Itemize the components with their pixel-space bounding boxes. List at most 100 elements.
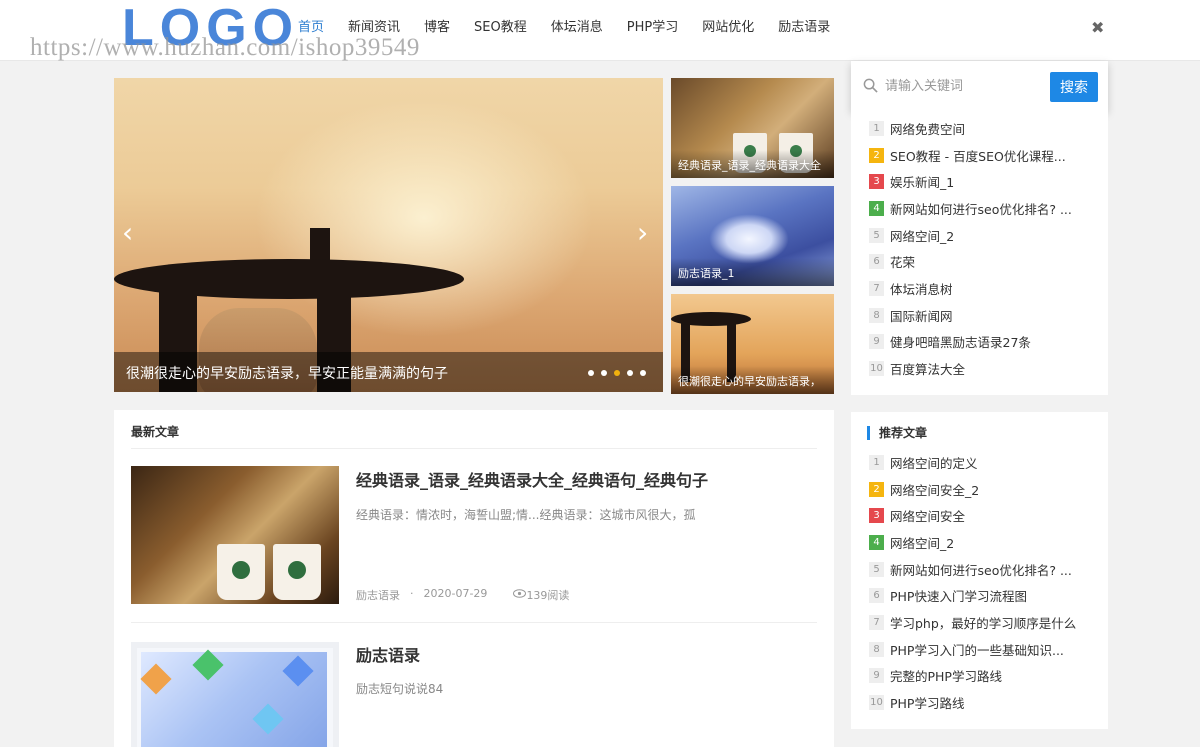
watermark-text: https://www.huzhan.com/ishop39549 xyxy=(30,34,420,61)
article-title[interactable]: 经典语录_语录_经典语录大全_经典语句_经典句子 xyxy=(356,467,708,491)
slider-dot-active[interactable] xyxy=(614,370,620,376)
list-item[interactable]: 10 PHP学习路线 xyxy=(869,689,1090,716)
close-icon[interactable]: ✖ xyxy=(1091,18,1104,38)
thumb-caption: 很潮很走心的早安励志语录， xyxy=(678,375,821,388)
recommended-list: 1 网络空间的定义 2 网络空间安全_2 3 网络空间安全 4 网络空间_2 5 新网站如… xyxy=(869,449,1090,716)
list-item[interactable]: 6 PHP快速入门学习流程图 xyxy=(869,582,1090,609)
meta-separator: · xyxy=(410,587,414,600)
slider-caption[interactable]: 很潮很走心的早安励志语录，早安正能量满满的句子 xyxy=(126,363,448,383)
slider-image xyxy=(254,98,594,338)
rank-number: 8 xyxy=(869,641,884,657)
list-item-text[interactable]: SEO教程 - 百度SEO优化课程... xyxy=(890,146,1090,165)
list-item-text[interactable]: 花荣 xyxy=(890,252,1090,271)
list-item[interactable]: 4 新网站如何进行seo优化排名? ... xyxy=(869,195,1090,222)
feature-thumb[interactable]: 励志语录_1 xyxy=(671,186,834,286)
list-item-text[interactable]: PHP快速入门学习流程图 xyxy=(890,586,1090,605)
list-item[interactable]: 6 花荣 xyxy=(869,248,1090,275)
search-button[interactable]: 搜索 xyxy=(1050,72,1098,102)
recommended-panel: 推荐文章 1 网络空间的定义 2 网络空间安全_2 3 网络空间安全 4 网络空间_2 … xyxy=(851,412,1108,729)
list-item[interactable]: 2 网络空间安全_2 xyxy=(869,476,1090,503)
list-item[interactable]: 5 新网站如何进行seo优化排名? ... xyxy=(869,556,1090,583)
feature-thumb[interactable]: 很潮很走心的早安励志语录， xyxy=(671,294,834,394)
section-title: 最新文章 xyxy=(131,425,180,439)
list-item[interactable]: 1 网络空间的定义 xyxy=(869,449,1090,476)
list-item-text[interactable]: 体坛消息树 xyxy=(890,279,1090,298)
article-thumbnail[interactable] xyxy=(131,466,339,604)
divider xyxy=(131,448,817,449)
latest-articles: 最新文章 经典语录_语录_经典语录大全_经典语句_经典句子 经典语录：情浓时，海… xyxy=(114,410,834,747)
article-summary: 经典语录：情浓时，海誓山盟;情...经典语录：这城市风很大，孤 xyxy=(356,508,696,522)
list-item[interactable]: 9 健身吧暗黑励志语录27条 xyxy=(869,329,1090,356)
list-item-text[interactable]: PHP学习入门的一些基础知识... xyxy=(890,640,1090,659)
list-item[interactable]: 2 SEO教程 - 百度SEO优化课程... xyxy=(869,142,1090,169)
feature-thumb[interactable]: 经典语录_语录_经典语录大全 xyxy=(671,78,834,178)
list-item[interactable]: 7 体坛消息树 xyxy=(869,275,1090,302)
article-summary: 励志短句说说84 xyxy=(356,682,444,696)
search-input[interactable] xyxy=(885,73,1045,99)
list-item-text[interactable]: 学习php，最好的学习顺序是什么 xyxy=(890,613,1090,632)
article-date: 2020-07-29 xyxy=(423,587,488,600)
list-item[interactable]: 3 网络空间安全 xyxy=(869,502,1090,529)
article-category[interactable]: 励志语录 xyxy=(356,587,400,603)
slider-dot[interactable] xyxy=(627,370,633,376)
list-item[interactable]: 10 百度算法大全 xyxy=(869,355,1090,382)
nav-item-sports[interactable]: 体坛消息 xyxy=(551,18,603,38)
list-item-text[interactable]: 新网站如何进行seo优化排名? ... xyxy=(890,199,1090,218)
nav-item-seo[interactable]: SEO教程 xyxy=(474,18,527,38)
list-item[interactable]: 5 网络空间_2 xyxy=(869,222,1090,249)
list-item-text[interactable]: 网络空间的定义 xyxy=(890,453,1090,472)
nav-item-optimize[interactable]: 网站优化 xyxy=(702,18,754,38)
rank-number: 1 xyxy=(869,454,884,470)
slider-dots xyxy=(588,370,653,376)
rank-number: 9 xyxy=(869,334,884,350)
nav-item-blog[interactable]: 博客 xyxy=(424,18,450,38)
list-item[interactable]: 1 网络免费空间 xyxy=(869,115,1090,142)
divider xyxy=(131,622,817,623)
slider-prev-icon[interactable]: ‹ xyxy=(122,218,133,248)
list-item-text[interactable]: 完整的PHP学习路线 xyxy=(890,666,1090,685)
panel-title: 推荐文章 xyxy=(867,426,927,440)
slider-dot[interactable] xyxy=(588,370,594,376)
nav-item-quotes[interactable]: 励志语录 xyxy=(778,18,830,38)
rank-number: 7 xyxy=(869,614,884,630)
list-item[interactable]: 9 完整的PHP学习路线 xyxy=(869,663,1090,690)
thumb-caption: 励志语录_1 xyxy=(678,267,735,280)
rank-number: 9 xyxy=(869,668,884,684)
list-item-text[interactable]: 网络空间_2 xyxy=(890,226,1090,245)
list-item[interactable]: 4 网络空间_2 xyxy=(869,529,1090,556)
hero-slider[interactable]: ‹ › 很潮很走心的早安励志语录，早安正能量满满的句子 xyxy=(114,78,663,392)
list-item-text[interactable]: 网络空间安全_2 xyxy=(890,480,1090,499)
list-item-text[interactable]: 国际新闻网 xyxy=(890,306,1090,325)
rank-number: 2 xyxy=(869,481,884,497)
list-item-text[interactable]: 新网站如何进行seo优化排名? ... xyxy=(890,560,1090,579)
rank-number: 10 xyxy=(869,695,884,711)
slider-dot[interactable] xyxy=(601,370,607,376)
list-item-text[interactable]: 网络空间_2 xyxy=(890,533,1090,552)
list-item-text[interactable]: 健身吧暗黑励志语录27条 xyxy=(890,332,1090,351)
article-title[interactable]: 励志语录 xyxy=(356,642,420,666)
rank-number: 6 xyxy=(869,254,884,270)
list-item-text[interactable]: 网络空间安全 xyxy=(890,506,1090,525)
slider-caption-bar: 很潮很走心的早安励志语录，早安正能量满满的句子 xyxy=(114,352,663,392)
list-item[interactable]: 3 娱乐新闻_1 xyxy=(869,168,1090,195)
list-item[interactable]: 7 学习php，最好的学习顺序是什么 xyxy=(869,609,1090,636)
slider-dot[interactable] xyxy=(640,370,646,376)
rank-number: 3 xyxy=(869,508,884,524)
list-item[interactable]: 8 PHP学习入门的一些基础知识... xyxy=(869,636,1090,663)
hot-list: 1 网络免费空间 2 SEO教程 - 百度SEO优化课程... 3 娱乐新闻_1 4新… xyxy=(869,115,1090,382)
rank-number: 5 xyxy=(869,561,884,577)
search-icon xyxy=(863,78,878,93)
list-item[interactable]: 8 国际新闻网 xyxy=(869,302,1090,329)
list-item-text[interactable]: 百度算法大全 xyxy=(890,359,1090,378)
slider-next-icon[interactable]: › xyxy=(637,218,648,248)
article-thumbnail[interactable] xyxy=(131,642,339,747)
search-dropdown: 搜索 xyxy=(851,61,1108,111)
rank-number: 7 xyxy=(869,280,884,296)
nav-item-php[interactable]: PHP学习 xyxy=(627,18,678,38)
list-item-text[interactable]: PHP学习路线 xyxy=(890,693,1090,712)
list-item-text[interactable]: 娱乐新闻_1 xyxy=(890,172,1090,191)
list-item-text[interactable]: 网络免费空间 xyxy=(890,119,1090,138)
rank-number: 3 xyxy=(869,174,884,190)
rank-number: 2 xyxy=(869,147,884,163)
rank-number: 8 xyxy=(869,307,884,323)
